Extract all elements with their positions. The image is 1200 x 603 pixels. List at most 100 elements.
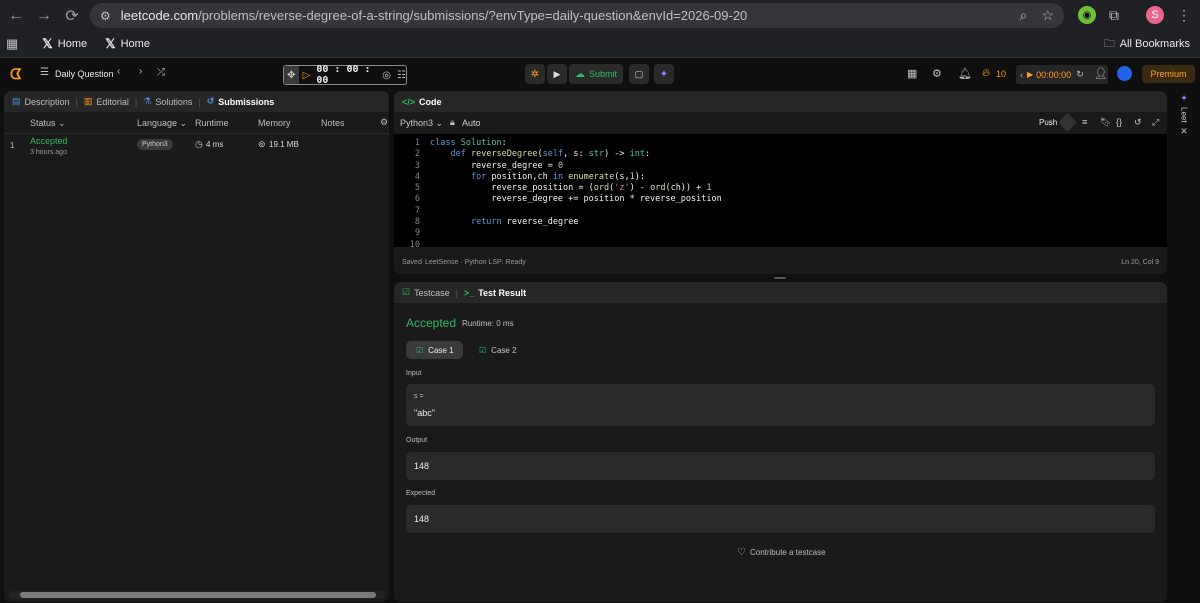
column-status[interactable]: Status ⌄: [30, 118, 66, 129]
premium-label: Premium: [1150, 69, 1187, 79]
debug-button[interactable]: ✲: [525, 64, 545, 84]
panel-resize-handle[interactable]: [774, 277, 786, 279]
case-label: Case 2: [491, 345, 517, 355]
eye-icon[interactable]: ◎: [382, 70, 391, 81]
format-icon[interactable]: ≡: [1082, 117, 1087, 127]
next-problem-icon[interactable]: ›: [139, 66, 142, 77]
shuffle-icon[interactable]: ⤮: [157, 67, 165, 78]
apps-grid-icon[interactable]: ▦: [6, 36, 18, 52]
submissions-panel: ▤ Description | ▥ Editorial | ⚗ Solutions |…: [4, 91, 389, 602]
browser-menu-icon[interactable]: ⋮: [1175, 6, 1193, 24]
column-runtime: Runtime: [195, 118, 229, 128]
tab-label: Solutions: [155, 96, 193, 107]
leet-side-panel[interactable]: ✦ Leet ✕: [1174, 93, 1194, 153]
column-language[interactable]: Language ⌄: [137, 118, 187, 129]
input-var: s =: [414, 393, 424, 400]
streak-flame-icon[interactable]: 🔥︎: [982, 67, 990, 80]
prev-problem-icon[interactable]: ‹: [117, 66, 120, 77]
push-button[interactable]: Push: [1039, 118, 1057, 127]
table-settings-icon[interactable]: ⚙: [380, 117, 388, 128]
bookmark-icon[interactable]: 🔖︎: [1100, 117, 1111, 128]
tab-submissions[interactable]: ↺ Submissions: [207, 96, 275, 107]
case-1-tab[interactable]: ☑ Case 1: [406, 341, 463, 359]
leetcode-logo-icon[interactable]: ᗧ: [10, 66, 22, 83]
run-button[interactable]: ▶: [547, 64, 567, 84]
expected-value: 148: [414, 514, 430, 524]
tab-code[interactable]: </> Code: [402, 97, 442, 107]
horizontal-scrollbar[interactable]: [8, 591, 385, 599]
tab-label: Description: [24, 96, 70, 107]
tab-editorial[interactable]: ▥ Editorial: [84, 96, 129, 107]
extensions-puzzle-icon[interactable]: ⧉: [1105, 6, 1123, 24]
notification-bell-icon[interactable]: 🔔︎: [958, 67, 972, 80]
timer-value: 00 : 00 : 00: [316, 64, 371, 86]
cloud-upload-icon: ☁: [574, 68, 585, 80]
note-icon: ▢: [634, 68, 644, 79]
profile-avatar[interactable]: S: [1146, 6, 1164, 24]
back-arrow-icon[interactable]: ←: [2, 2, 30, 30]
settings-gear-icon[interactable]: ⚙: [932, 67, 942, 80]
submit-label: Submit: [588, 69, 617, 79]
bookmark-label: Home: [120, 38, 150, 50]
left-tabbar: ▤ Description | ▥ Editorial | ⚗ Solutions |…: [4, 91, 389, 112]
daily-question-label[interactable]: Daily Question: [55, 69, 114, 79]
tab-testcase[interactable]: ☑ Testcase: [402, 287, 450, 298]
tab-description[interactable]: ▤ Description: [12, 96, 70, 107]
session-timer-value: 00:00:00: [1036, 69, 1072, 80]
layout-icon[interactable]: ▦: [907, 67, 917, 80]
code-editor[interactable]: 1 class Solution: 2 def reverseDegree(sel…: [394, 134, 1167, 250]
tab-test-result[interactable]: >_ Test Result: [464, 288, 526, 298]
all-bookmarks[interactable]: 🗀 All Bookmarks: [1104, 35, 1190, 54]
braces-icon[interactable]: {}: [1116, 117, 1122, 127]
drag-handle-icon[interactable]: ✥: [284, 66, 299, 84]
notes-button[interactable]: ▢: [629, 64, 649, 84]
code-icon: </>: [402, 96, 416, 107]
collapse-chevron-icon[interactable]: ‹: [1020, 70, 1023, 80]
case-pass-icon: ☑: [416, 345, 424, 355]
contribute-testcase-link[interactable]: ♡ Contribute a testcase: [737, 547, 826, 558]
timer-widget[interactable]: ✥ ▷ 00 : 00 : 00 ◎ ☷: [283, 64, 407, 86]
timer-play-icon[interactable]: ▷: [303, 70, 311, 81]
url-host: leetcode.com: [120, 8, 199, 23]
bookmark-home-2[interactable]: 𝕏 Home: [105, 36, 150, 52]
address-bar[interactable]: ⚙ leetcode.com/problems/reverse-degree-o…: [90, 3, 1064, 28]
reset-icon[interactable]: ↻: [1076, 69, 1084, 80]
bookmark-star-icon[interactable]: ☆: [1041, 7, 1054, 24]
fullscreen-icon[interactable]: ⤢: [1152, 117, 1159, 128]
reset-code-icon[interactable]: ↺: [1134, 117, 1142, 128]
extension-icon[interactable]: ◉: [1078, 6, 1096, 24]
submit-button[interactable]: ☁ Submit: [569, 64, 623, 84]
problem-list-icon[interactable]: ☰: [40, 67, 49, 78]
tab-solutions[interactable]: ⚗ Solutions: [143, 96, 192, 107]
user-avatar[interactable]: [1117, 66, 1132, 81]
auto-mode[interactable]: Auto: [462, 118, 481, 128]
test-result-panel: ☑ Testcase | >_ Test Result Accepted Runti…: [394, 282, 1167, 602]
result-tabbar: ☑ Testcase | >_ Test Result: [394, 282, 1167, 303]
row-status[interactable]: Accepted: [30, 136, 68, 146]
forward-arrow-icon[interactable]: →: [30, 2, 58, 30]
tab-label: Submissions: [218, 96, 275, 107]
case-2-tab[interactable]: ☑ Case 2: [479, 341, 529, 359]
x-logo-icon: 𝕏: [105, 36, 116, 51]
input-value: "abc": [414, 408, 435, 418]
leet-sparkle-icon: ✦: [1180, 93, 1188, 103]
ai-assistant-button[interactable]: ✦: [654, 64, 674, 84]
bookmark-home-1[interactable]: 𝕏 Home: [42, 36, 87, 52]
runtime-text: Runtime: 0 ms: [462, 319, 514, 328]
code-panel: </> Code Python3 ⌄ 🔒︎ Auto Push ≡ 🔖︎ {} ↺…: [394, 91, 1167, 274]
leet-label: Leet: [1179, 107, 1189, 123]
premium-button[interactable]: Premium: [1142, 65, 1195, 83]
close-icon[interactable]: ✕: [1180, 126, 1188, 137]
site-info-icon[interactable]: ⚙: [100, 9, 111, 23]
session-play-icon[interactable]: ▶: [1027, 70, 1033, 79]
contribute-label: Contribute a testcase: [749, 548, 826, 557]
add-user-icon[interactable]: 👤︎: [1094, 67, 1108, 80]
push-graph-icon[interactable]: [1058, 113, 1077, 132]
table-row[interactable]: 1 Accepted 3 hours ago Python3 ◷ 4 ms ⊚ …: [4, 134, 389, 160]
language-select[interactable]: Python3 ⌄: [400, 118, 443, 129]
scrollbar-thumb[interactable]: [20, 592, 376, 598]
reload-icon[interactable]: ⟳: [58, 2, 86, 30]
all-bookmarks-label: All Bookmarks: [1119, 38, 1190, 50]
timer-settings-icon[interactable]: ☷: [397, 70, 406, 81]
zoom-icon[interactable]: ⌕: [1020, 7, 1028, 24]
